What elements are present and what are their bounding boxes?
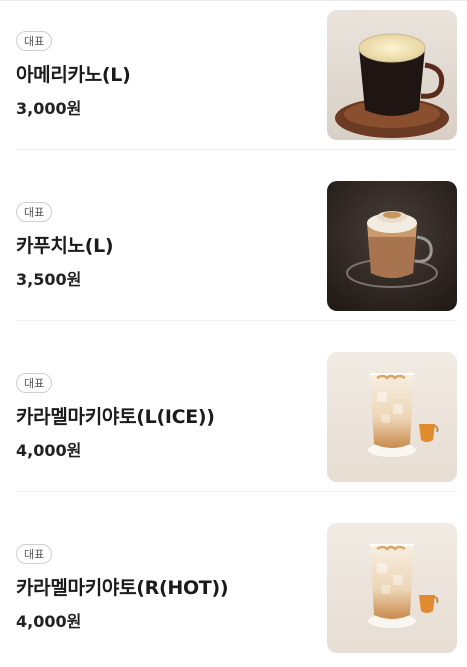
item-price: 3,500원: [16, 270, 82, 289]
signature-badge: 대표: [16, 373, 53, 393]
item-price: 3,000원: [16, 99, 82, 118]
item-divider: [16, 491, 457, 492]
menu-item-caramel-macchiato-hot[interactable]: 대표 카라멜마키야토(R(HOT)) 4,000원: [16, 523, 457, 653]
item-price: 4,000원: [16, 441, 82, 460]
menu-list: 대표 아메리카노(L) 3,000원 대표 카푸치노(L) 3,500원 대표 …: [0, 0, 467, 667]
item-name: 카푸치노(L): [16, 235, 114, 257]
hot-caramel-macchiato-photo: [327, 523, 457, 653]
menu-item-cappuccino[interactable]: 대표 카푸치노(L) 3,500원: [16, 181, 457, 321]
iced-caramel-macchiato-photo: [327, 352, 457, 482]
cappuccino-photo: [327, 181, 457, 311]
item-name: 카라멜마키야토(R(HOT)): [16, 577, 229, 599]
americano-photo: [327, 10, 457, 140]
item-divider: [16, 320, 457, 321]
item-name: 카라멜마키야토(L(ICE)): [16, 406, 215, 428]
item-price: 4,000원: [16, 612, 82, 631]
item-name: 아메리카노(L): [16, 64, 131, 86]
item-divider: [16, 149, 457, 150]
signature-badge: 대표: [16, 202, 53, 222]
menu-item-americano[interactable]: 대표 아메리카노(L) 3,000원: [16, 10, 457, 150]
signature-badge: 대표: [16, 544, 53, 564]
signature-badge: 대표: [16, 31, 53, 51]
menu-item-caramel-macchiato-ice[interactable]: 대표 카라멜마키야토(L(ICE)) 4,000원: [16, 352, 457, 492]
